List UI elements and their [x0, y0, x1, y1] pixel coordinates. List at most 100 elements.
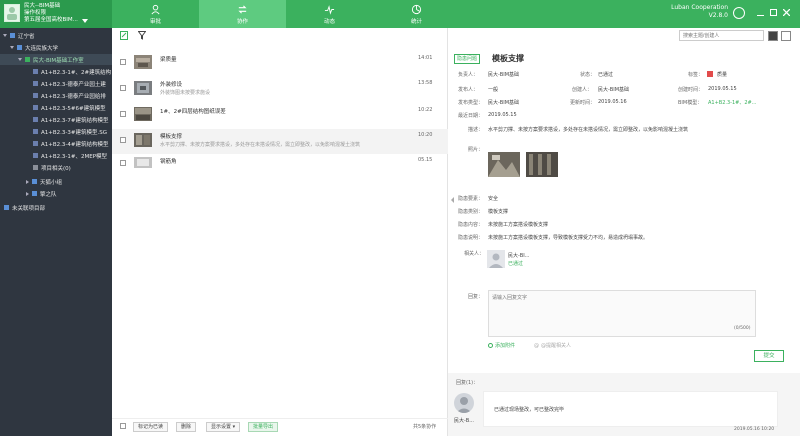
deadline-label: 最近日期：	[458, 113, 484, 119]
tree-node-label: 辽宁省	[18, 33, 35, 40]
row-time: 14:01	[418, 55, 433, 61]
user-project: 第五届全国高校BIM...	[24, 17, 78, 23]
tree-node-province[interactable]: 辽宁省	[0, 30, 112, 41]
tab-statistics[interactable]: 统计	[373, 0, 460, 28]
tree-node-model[interactable]: A1+B2.3-1#、2#建筑结构	[0, 66, 112, 77]
tree-node-label: 未关联项目部	[12, 205, 46, 212]
list-item[interactable]: 1#、2#四层结构图纸误差 10:22	[112, 103, 448, 128]
tree-node-label: A1+B2.3-1#、2#建筑结构	[41, 69, 112, 76]
deadline-value: 2019.05.15	[488, 112, 517, 118]
list-item-selected[interactable]: 模板支撑 水平剪刀撑、未按方案要求搭设，多处存在未搭设情况，需立即整改，以免影响…	[112, 129, 448, 154]
tab-collaboration[interactable]: 协作	[199, 0, 286, 28]
tree-node-studio[interactable]: 民大-BIM基础工作室	[0, 54, 112, 65]
quality-tag-swatch	[707, 71, 713, 77]
row-checkbox[interactable]	[120, 59, 126, 65]
caret-down-icon[interactable]	[10, 46, 14, 49]
team-icon	[32, 179, 37, 184]
list-item[interactable]: 外装修设 外装饰图未按要求施设 13:58	[112, 77, 448, 102]
user-avatar	[4, 4, 20, 22]
caret-down-icon[interactable]	[3, 34, 7, 37]
reply-text: 已通过现场整改，可已整改完毕	[494, 407, 565, 413]
display-settings-button[interactable]: 显示设置 ▾	[206, 422, 241, 432]
row-title: 模板支撑	[160, 134, 183, 140]
minimize-icon[interactable]	[757, 9, 764, 16]
tree-node-label: A1+B2.3-5#6#建筑模型	[41, 105, 106, 112]
tree-node-model[interactable]: A1+B2.3-7#建筑结构模型	[0, 114, 112, 125]
brand-name: Luban Cooperation	[671, 4, 728, 11]
collaboration-list: 梁质量 14:01 外装修设 外装饰图未按要求施设 13:58 1#、2#四层结…	[112, 28, 448, 436]
collapse-arrow-icon[interactable]	[451, 197, 454, 203]
tree-node-model[interactable]: A1+B2.3-德泰产业园土建	[0, 78, 112, 89]
tree-node-label: A1+B2.3-1#、2MEP模型	[41, 153, 108, 160]
folder-icon	[10, 33, 15, 38]
tree-node-model[interactable]: A1+B2.3-4#建筑结构模型	[0, 138, 112, 149]
publisher-value: 一般	[488, 87, 499, 93]
model-icon	[33, 93, 38, 98]
reply-card: 已通过现场整改，可已整改完毕	[483, 391, 778, 427]
tree-node-label: A1+B2.3-4#建筑结构模型	[41, 141, 109, 148]
model-link[interactable]: A1+B2.3-1#、2#...	[708, 99, 757, 106]
tree-node-label: A1+B2.3-3#建筑模型.SG	[41, 129, 107, 136]
tree-node-model[interactable]: A1+B2.3-德泰产业园给排	[0, 90, 112, 101]
person-icon	[489, 253, 503, 268]
edit-icon[interactable]	[120, 31, 128, 40]
chevron-down-icon[interactable]	[81, 18, 88, 23]
row-checkbox[interactable]	[120, 160, 126, 166]
list-item[interactable]: 钢筋角 05.15	[112, 155, 448, 180]
select-all-checkbox[interactable]	[120, 423, 126, 429]
user-block[interactable]: 民大--BIM基础 操作权限 第五届全国高校BIM...	[0, 0, 112, 28]
search-input[interactable]	[679, 30, 764, 41]
folder-icon	[4, 205, 9, 210]
collaboration-icon	[238, 4, 247, 14]
grid-view-icon[interactable]	[781, 31, 791, 41]
tree-node-university[interactable]: 大连民族大学	[0, 42, 112, 53]
window-controls	[757, 8, 791, 17]
thumbnail-image	[134, 133, 152, 147]
tree-node-team[interactable]: 擎之队	[0, 188, 112, 199]
caret-right-icon[interactable]	[26, 191, 29, 196]
total-count: 共5条协作	[413, 424, 437, 430]
issue-photo[interactable]	[526, 152, 558, 177]
category-value: 模板支撑	[488, 209, 509, 215]
row-checkbox[interactable]	[120, 137, 126, 143]
caret-right-icon[interactable]	[26, 179, 29, 184]
related-label: 相关人：	[464, 251, 485, 257]
filter-icon[interactable]	[138, 31, 146, 40]
tree-node-model[interactable]: A1+B2.3-1#、2MEP模型	[0, 150, 112, 161]
display-settings-label: 显示设置	[211, 424, 232, 430]
export-button[interactable]: 批量导出	[248, 422, 279, 432]
attach-button[interactable]: 添加附件	[488, 342, 515, 349]
tree-node-model[interactable]: A1+B2.3-5#6#建筑模型	[0, 102, 112, 113]
thumbnail-image	[134, 157, 152, 168]
mark-read-button[interactable]: 标记为已读	[133, 422, 169, 432]
issue-type-tag: 隐患问题	[454, 54, 481, 64]
tab-activity[interactable]: 动态	[286, 0, 373, 28]
row-checkbox[interactable]	[120, 111, 126, 117]
chat-icon[interactable]	[733, 7, 745, 19]
tree-node-team[interactable]: 天狐小组	[0, 176, 112, 187]
row-checkbox[interactable]	[120, 85, 126, 91]
tree-node-related[interactable]: 项目相关(0)	[0, 162, 112, 173]
row-title: 1#、2#四层结构图纸误差	[160, 109, 226, 115]
delete-button[interactable]: 删除	[176, 422, 197, 432]
related-person-name: 民大-BI...	[508, 253, 530, 259]
caret-down-icon[interactable]	[18, 58, 22, 61]
close-icon[interactable]	[782, 8, 791, 17]
list-item[interactable]: 梁质量 14:01	[112, 51, 448, 76]
tree-node-model[interactable]: A1+B2.3-3#建筑模型.SG	[0, 126, 112, 137]
issue-photo[interactable]	[488, 152, 520, 177]
description-label: 描述：	[468, 127, 484, 133]
model-icon	[33, 117, 38, 122]
model-icon	[33, 129, 38, 134]
related-person-avatar[interactable]	[487, 250, 505, 268]
type-label: 发布类型：	[458, 100, 484, 106]
mention-button[interactable]: @ @提醒相关人	[534, 342, 571, 350]
reply-textarea[interactable]	[488, 290, 756, 337]
list-view-icon[interactable]	[768, 31, 778, 41]
submit-button[interactable]: 提交	[754, 350, 784, 362]
note-label: 隐患说明：	[458, 235, 484, 241]
tab-approval[interactable]: 审批	[112, 0, 199, 28]
tree-node-unlinked[interactable]: 未关联项目部	[0, 202, 112, 213]
maximize-icon[interactable]	[770, 9, 777, 16]
detail-panel: 隐患问题 模板支撑 负责人： 民大-BIM基础 状态： 已通过 标签： 质量 发…	[448, 28, 800, 436]
